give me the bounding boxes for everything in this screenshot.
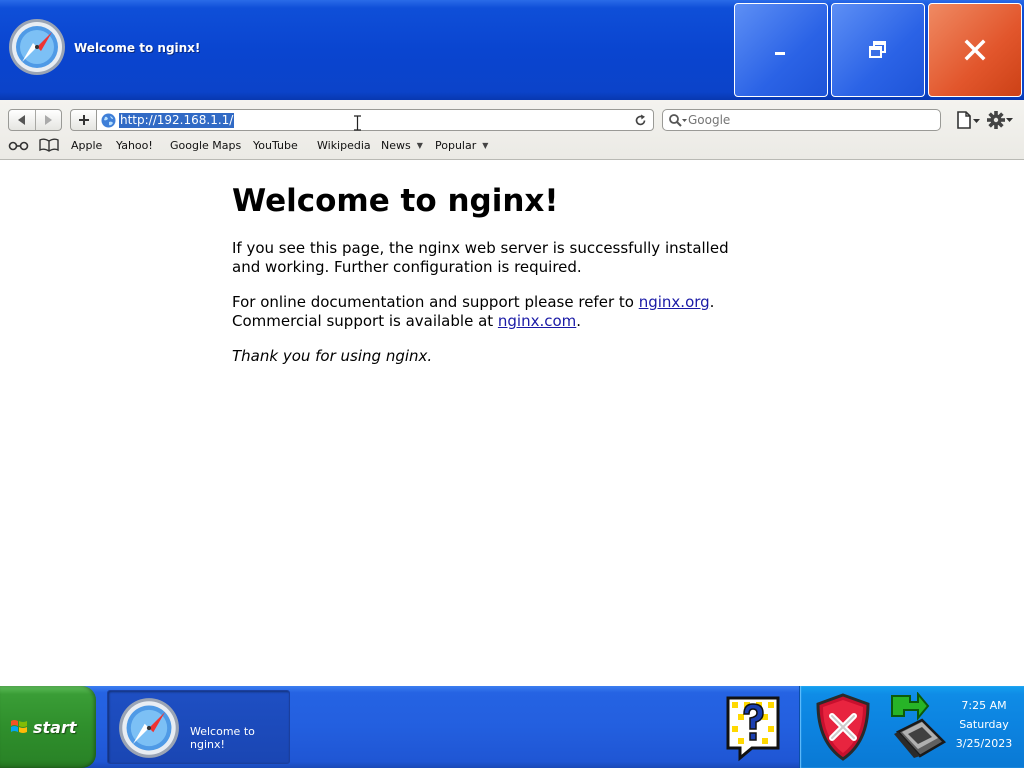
bookmark-apple[interactable]: Apple bbox=[71, 139, 102, 152]
bookmark-wikipedia[interactable]: Wikipedia bbox=[317, 139, 371, 152]
text-cursor-icon bbox=[354, 115, 361, 131]
bookmark-yahoo[interactable]: Yahoo! bbox=[116, 139, 153, 152]
back-button[interactable] bbox=[9, 110, 35, 130]
taskbar: start Welcome to nginx! 7:25 AM Saturday… bbox=[0, 686, 1024, 768]
network-computer-icon[interactable] bbox=[884, 692, 948, 762]
page-heading: Welcome to nginx! bbox=[232, 183, 559, 219]
thanks-paragraph: Thank you for using nginx. bbox=[232, 347, 752, 366]
close-icon bbox=[964, 39, 986, 61]
bookmarks-bar: Apple Yahoo! Google Maps YouTube Wikiped… bbox=[0, 136, 1024, 156]
forward-arrow-icon bbox=[45, 115, 53, 125]
system-clock[interactable]: 7:25 AM Saturday 3/25/2023 bbox=[952, 696, 1016, 753]
search-icon bbox=[669, 114, 687, 127]
intro-paragraph: If you see this page, the nginx web serv… bbox=[232, 239, 729, 276]
taskbar-item-label: Welcome to nginx! bbox=[190, 725, 255, 751]
taskbar-item-browser[interactable]: Welcome to nginx! bbox=[107, 690, 290, 764]
windows-flag-icon bbox=[11, 720, 27, 733]
restore-icon bbox=[869, 41, 886, 58]
book-icon[interactable] bbox=[39, 138, 59, 152]
safari-compass-icon bbox=[119, 698, 179, 758]
bookmark-popular-label: Popular bbox=[435, 139, 477, 152]
chevron-down-icon: ▼ bbox=[416, 141, 423, 150]
search-input[interactable] bbox=[688, 112, 933, 128]
gear-icon[interactable] bbox=[986, 110, 1014, 130]
bookmark-google-maps[interactable]: Google Maps bbox=[170, 139, 241, 152]
back-arrow-icon bbox=[17, 115, 25, 125]
nginx-com-link[interactable]: nginx.com bbox=[498, 312, 576, 330]
clock-day: Saturday bbox=[959, 718, 1009, 731]
safari-compass-icon bbox=[9, 19, 65, 75]
docs-paragraph: For online documentation and support ple… bbox=[232, 293, 752, 331]
commercial-text: Commercial support is available at bbox=[232, 312, 498, 330]
commercial-period: . bbox=[576, 312, 582, 330]
search-bar[interactable] bbox=[662, 109, 941, 131]
close-button[interactable] bbox=[928, 3, 1022, 97]
minimize-button[interactable] bbox=[734, 3, 828, 97]
clock-time: 7:25 AM bbox=[961, 699, 1007, 712]
browser-toolbar: http://192.168.1.1/ Google Apple Yahoo! … bbox=[0, 100, 1024, 160]
bookmark-youtube[interactable]: YouTube bbox=[253, 139, 298, 152]
security-shield-icon[interactable] bbox=[812, 692, 874, 762]
start-button[interactable]: start bbox=[0, 686, 96, 768]
window-titlebar[interactable]: Welcome to nginx! bbox=[0, 0, 1024, 100]
url-text[interactable]: http://192.168.1.1/ bbox=[119, 113, 235, 128]
clock-date: 3/25/2023 bbox=[955, 737, 1013, 750]
minimize-icon bbox=[775, 52, 785, 55]
nginx-org-link[interactable]: nginx.org bbox=[639, 293, 710, 311]
reading-glasses-icon[interactable] bbox=[8, 138, 30, 152]
forward-button[interactable] bbox=[34, 110, 62, 130]
web-content: Welcome to nginx! If you see this page, … bbox=[0, 161, 1024, 686]
globe-icon bbox=[101, 113, 116, 128]
address-bar[interactable]: http://192.168.1.1/ bbox=[96, 109, 654, 131]
docs-text: For online documentation and support ple… bbox=[232, 293, 639, 311]
nginx-welcome-page: Welcome to nginx! If you see this page, … bbox=[232, 181, 752, 382]
restore-button[interactable] bbox=[831, 3, 925, 97]
reload-icon[interactable] bbox=[633, 113, 648, 128]
window-title: Welcome to nginx! bbox=[74, 41, 201, 55]
page-menu-icon[interactable] bbox=[956, 110, 982, 130]
start-label: start bbox=[33, 717, 77, 737]
add-icon bbox=[78, 115, 89, 125]
navigation-buttons bbox=[8, 109, 62, 131]
add-bookmark-button[interactable] bbox=[70, 109, 96, 131]
bookmark-news-label: News bbox=[381, 139, 411, 152]
thanks-text: Thank you for using nginx. bbox=[232, 347, 433, 365]
bookmark-news-menu[interactable]: News ▼ bbox=[381, 139, 423, 152]
bookmark-popular-menu[interactable]: Popular ▼ bbox=[435, 139, 488, 152]
chevron-down-icon: ▼ bbox=[482, 141, 489, 150]
docs-period: . bbox=[709, 293, 715, 311]
system-tray: 7:25 AM Saturday 3/25/2023 bbox=[799, 686, 1024, 768]
help-icon[interactable] bbox=[722, 694, 784, 762]
